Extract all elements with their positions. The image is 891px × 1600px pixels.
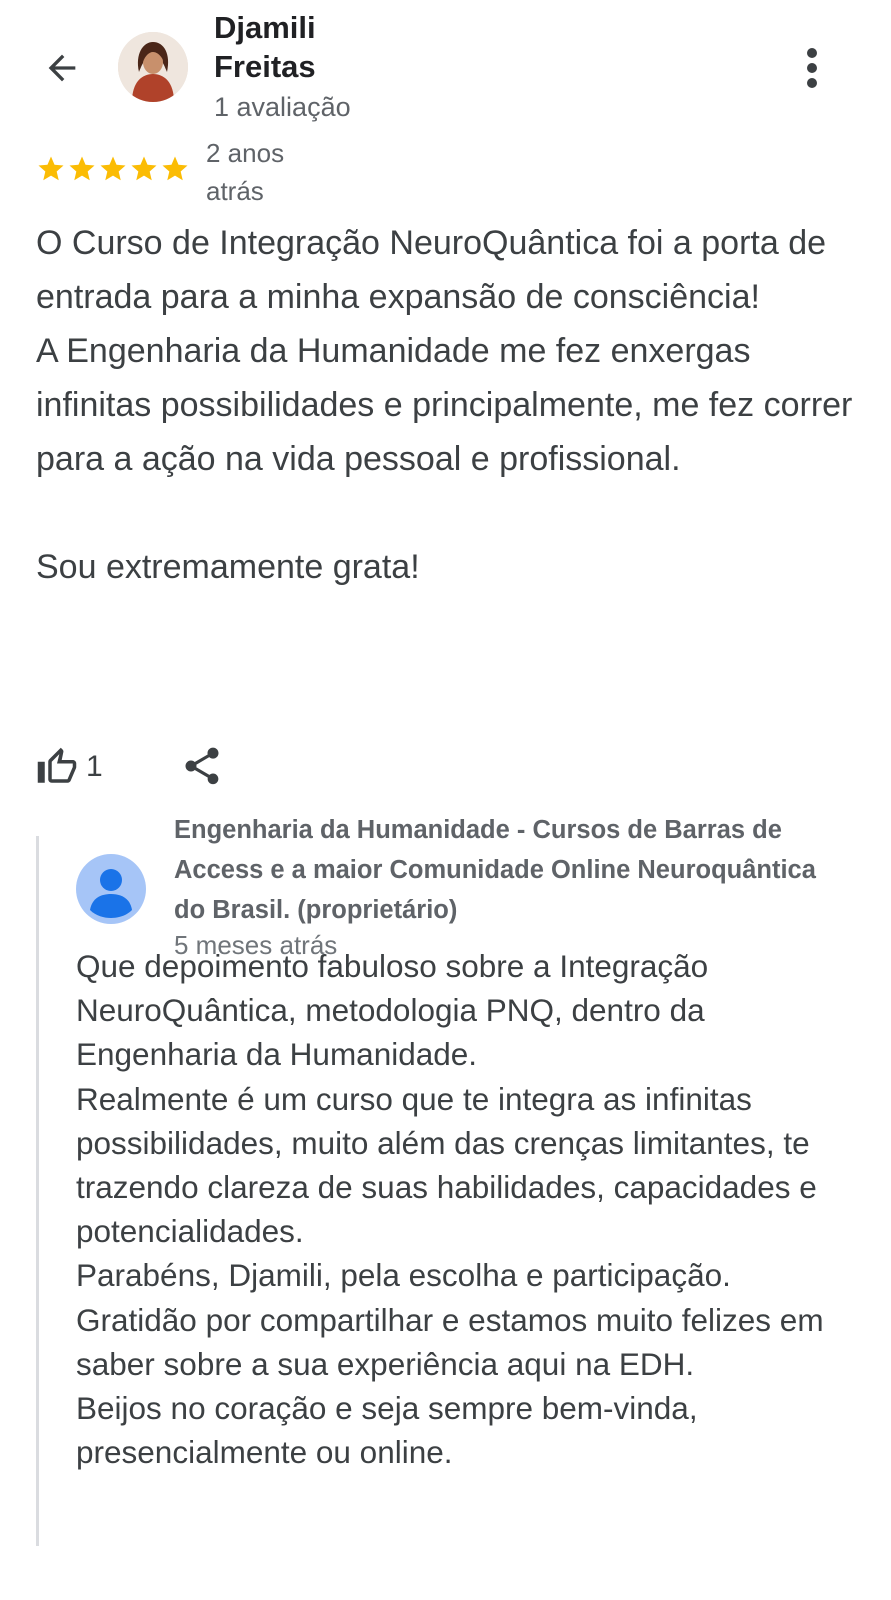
review-date: 2 anos atrás: [206, 138, 285, 206]
like-count: 1: [86, 750, 103, 783]
star-icon: [38, 156, 64, 181]
reply-divider: [36, 836, 39, 1546]
owner-avatar[interactable]: [76, 854, 146, 924]
reviewer-review-count: 1 avaliação: [214, 92, 351, 122]
reviewer-name[interactable]: Djamili Freitas: [214, 8, 404, 86]
reviewer-photo: [118, 32, 188, 102]
arrow-left-icon: [48, 54, 76, 82]
person-icon: [90, 869, 132, 918]
thumbs-up-icon: [37, 747, 77, 783]
more-options-button[interactable]: [796, 44, 828, 92]
star-icon: [162, 156, 188, 181]
reviewer-avatar[interactable]: [118, 32, 188, 102]
star-icon: [100, 156, 126, 181]
like-button[interactable]: 1: [36, 746, 103, 788]
share-icon: [185, 747, 219, 785]
back-button[interactable]: [38, 44, 86, 92]
star-icon: [131, 156, 157, 181]
star-icon: [69, 156, 95, 181]
share-button[interactable]: [180, 744, 224, 788]
review-text: O Curso de Integração NeuroQuântica foi …: [36, 224, 853, 586]
owner-name: Engenharia da Humanidade - Cursos de Bar…: [174, 816, 816, 924]
owner-reply-text: Que depoimento fabuloso sobre a Integraç…: [76, 948, 824, 1471]
more-vert-icon: [807, 48, 817, 88]
star-rating: [36, 154, 191, 184]
